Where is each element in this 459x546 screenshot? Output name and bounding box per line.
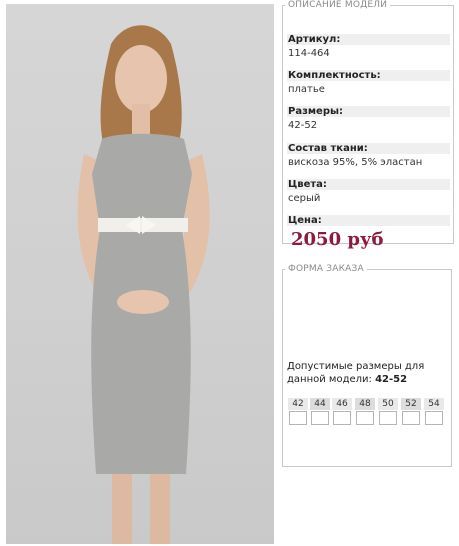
size-checkbox[interactable] <box>333 411 351 425</box>
size-label: 50 <box>378 398 398 410</box>
product-photo <box>6 4 274 544</box>
size-option: 46 <box>332 398 352 425</box>
allowed-sizes-range: 42-52 <box>375 374 408 385</box>
colors-value: серый <box>288 193 321 204</box>
article-value: 114-464 <box>288 48 330 59</box>
size-label: 46 <box>332 398 352 410</box>
size-label: 44 <box>310 398 330 410</box>
fabric-label: Состав ткани: <box>287 143 450 154</box>
size-option: 50 <box>378 398 398 425</box>
size-option: 42 <box>288 398 308 425</box>
size-checkbox[interactable] <box>356 411 374 425</box>
size-checkbox[interactable] <box>311 411 329 425</box>
size-label: 52 <box>401 398 421 410</box>
size-option: 54 <box>424 398 444 425</box>
article-label: Артикул: <box>287 34 450 45</box>
model-description-legend: ОПИСАНИЕ МОДЕЛИ <box>288 0 388 10</box>
size-checkbox[interactable] <box>402 411 420 425</box>
size-checkbox[interactable] <box>425 411 443 425</box>
allowed-sizes-note: Допустимые размеры для данной модели: 42… <box>287 360 447 386</box>
model-photo-icon <box>77 25 210 544</box>
order-form-panel: ФОРМА ЗАКАЗА Допустимые размеры для данн… <box>282 264 452 467</box>
fabric-value: вискоза 95%, 5% эластан <box>288 157 423 168</box>
size-label: 48 <box>355 398 375 410</box>
size-checkbox[interactable] <box>289 411 307 425</box>
size-label: 54 <box>424 398 444 410</box>
set-label: Комплектность: <box>287 70 450 81</box>
size-checkbox[interactable] <box>379 411 397 425</box>
price-label: Цена: <box>287 215 450 226</box>
size-option: 44 <box>310 398 330 425</box>
size-label: 42 <box>288 398 308 410</box>
set-value: платье <box>288 84 325 95</box>
model-description-panel: ОПИСАНИЕ МОДЕЛИ Артикул: 114-464 Комплек… <box>282 0 454 250</box>
size-option: 52 <box>401 398 421 425</box>
sizes-value: 42-52 <box>288 120 318 131</box>
price-value: 2050 руб <box>291 229 384 250</box>
size-option: 48 <box>355 398 375 425</box>
colors-label: Цвета: <box>287 179 450 190</box>
order-form-legend: ФОРМА ЗАКАЗА <box>288 264 364 274</box>
sizes-label: Размеры: <box>287 106 450 117</box>
